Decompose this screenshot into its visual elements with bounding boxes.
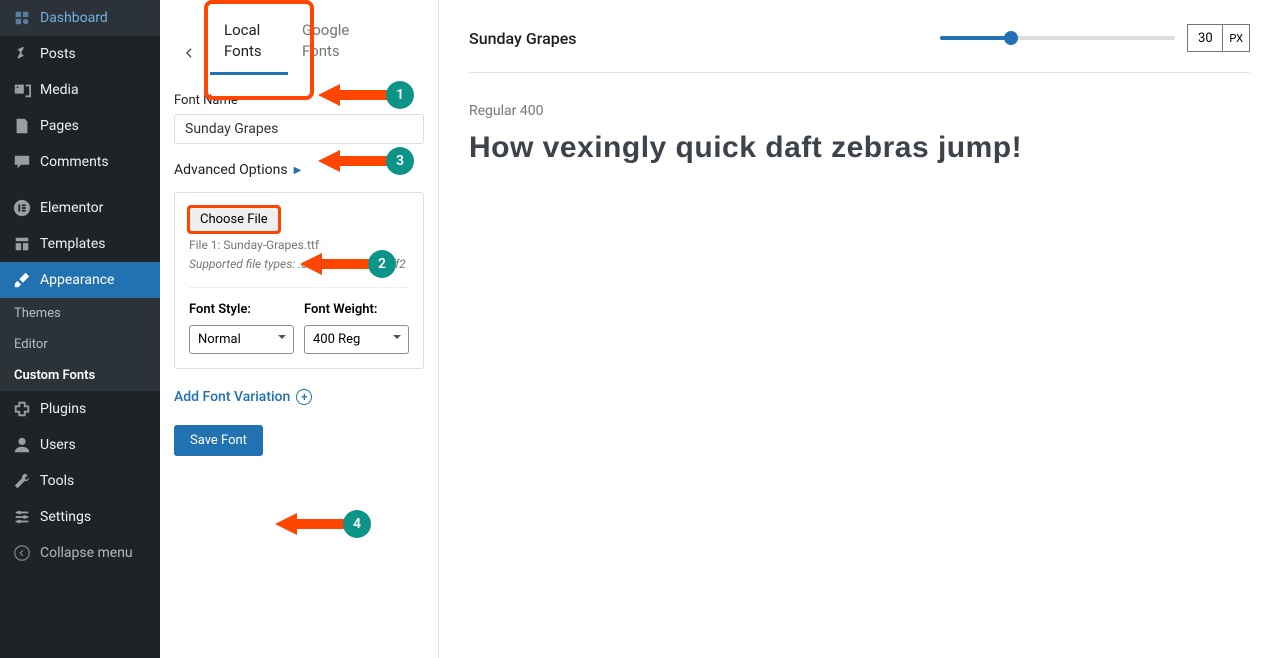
- sidebar-label: Elementor: [40, 200, 103, 216]
- preview-sample-text: How vexingly quick daft zebras jump!: [469, 131, 1250, 165]
- pin-icon: [12, 44, 32, 64]
- sidebar-item-templates[interactable]: Templates: [0, 226, 160, 262]
- font-settings-panel: Local Fonts Google Fonts Font Name Advan…: [160, 0, 439, 658]
- elementor-icon: [12, 198, 32, 218]
- font-name-input[interactable]: [174, 114, 424, 144]
- sidebar-label: Tools: [40, 473, 74, 489]
- font-weight-select[interactable]: 400 Reg: [304, 325, 409, 354]
- sidebar-item-tools[interactable]: Tools: [0, 463, 160, 499]
- plugin-icon: [12, 399, 32, 419]
- sidebar-item-elementor[interactable]: Elementor: [0, 190, 160, 226]
- advanced-options-toggle[interactable]: Advanced Options ▶: [174, 162, 424, 178]
- admin-sidebar: Dashboard Posts Media Pages Comments Ele…: [0, 0, 160, 658]
- sidebar-item-media[interactable]: Media: [0, 72, 160, 108]
- sidebar-item-collapse[interactable]: Collapse menu: [0, 535, 160, 571]
- slider-thumb[interactable]: [1004, 31, 1018, 45]
- sidebar-item-pages[interactable]: Pages: [0, 108, 160, 144]
- choose-file-button[interactable]: Choose File: [189, 207, 279, 232]
- font-style-label: Font Style:: [189, 302, 294, 317]
- settings-icon: [12, 507, 32, 527]
- size-slider[interactable]: [940, 36, 1175, 40]
- size-unit-label: PX: [1223, 24, 1250, 52]
- page-icon: [12, 116, 32, 136]
- add-variation-button[interactable]: Add Font Variation +: [174, 389, 424, 405]
- file-upload-box: Choose File File 1: Sunday-Grapes.ttf Su…: [174, 192, 424, 369]
- preview-header: Sunday Grapes PX: [469, 24, 1250, 73]
- chevron-right-icon: ▶: [294, 165, 302, 176]
- dashboard-icon: [12, 8, 32, 28]
- sidebar-label: Templates: [40, 236, 106, 252]
- sidebar-label: Pages: [40, 118, 79, 134]
- file-name-text: File 1: Sunday-Grapes.ttf: [189, 238, 409, 252]
- sidebar-label: Collapse menu: [40, 545, 133, 561]
- brush-icon: [12, 270, 32, 290]
- user-icon: [12, 435, 32, 455]
- media-icon: [12, 80, 32, 100]
- preview-font-name: Sunday Grapes: [469, 29, 577, 48]
- sidebar-item-settings[interactable]: Settings: [0, 499, 160, 535]
- font-name-label: Font Name: [174, 93, 424, 108]
- sidebar-label: Users: [40, 437, 76, 453]
- tab-local-fonts[interactable]: Local Fonts: [210, 10, 288, 75]
- font-preview-panel: Sunday Grapes PX Regular 400 How vexingl…: [439, 0, 1280, 658]
- font-tabs: Local Fonts Google Fonts: [210, 10, 424, 75]
- wrench-icon: [12, 471, 32, 491]
- size-input[interactable]: [1187, 24, 1223, 52]
- sidebar-item-appearance[interactable]: Appearance: [0, 262, 160, 298]
- plus-icon: +: [296, 389, 312, 405]
- size-control: PX: [940, 24, 1250, 52]
- sidebar-item-plugins[interactable]: Plugins: [0, 391, 160, 427]
- font-weight-label: Font Weight:: [304, 302, 409, 317]
- sidebar-sub-themes[interactable]: Themes: [0, 298, 160, 329]
- sidebar-label: Media: [40, 82, 79, 98]
- sidebar-label: Plugins: [40, 401, 86, 417]
- sidebar-label: Settings: [40, 509, 91, 525]
- sidebar-label: Dashboard: [40, 10, 108, 26]
- sidebar-label: Appearance: [40, 272, 114, 288]
- comment-icon: [12, 152, 32, 172]
- sidebar-label: Comments: [40, 154, 109, 170]
- divider: [189, 287, 409, 288]
- sidebar-item-dashboard[interactable]: Dashboard: [0, 0, 160, 36]
- sidebar-sub-custom-fonts[interactable]: Custom Fonts: [0, 360, 160, 391]
- sidebar-sub-editor[interactable]: Editor: [0, 329, 160, 360]
- tab-google-fonts[interactable]: Google Fonts: [288, 10, 366, 75]
- annotation-4: 4: [275, 510, 371, 538]
- sidebar-submenu: Themes Editor Custom Fonts: [0, 298, 160, 391]
- sidebar-label: Posts: [40, 46, 76, 62]
- supported-types-text: Supported file types: .otf, .ttf, .woff,…: [189, 256, 409, 273]
- sidebar-item-users[interactable]: Users: [0, 427, 160, 463]
- sidebar-item-comments[interactable]: Comments: [0, 144, 160, 180]
- font-style-select[interactable]: Normal: [189, 325, 294, 354]
- sidebar-item-posts[interactable]: Posts: [0, 36, 160, 72]
- back-button[interactable]: [174, 38, 204, 68]
- templates-icon: [12, 234, 32, 254]
- save-font-button[interactable]: Save Font: [174, 425, 263, 456]
- preview-weight-label: Regular 400: [469, 103, 1250, 119]
- collapse-icon: [12, 543, 32, 563]
